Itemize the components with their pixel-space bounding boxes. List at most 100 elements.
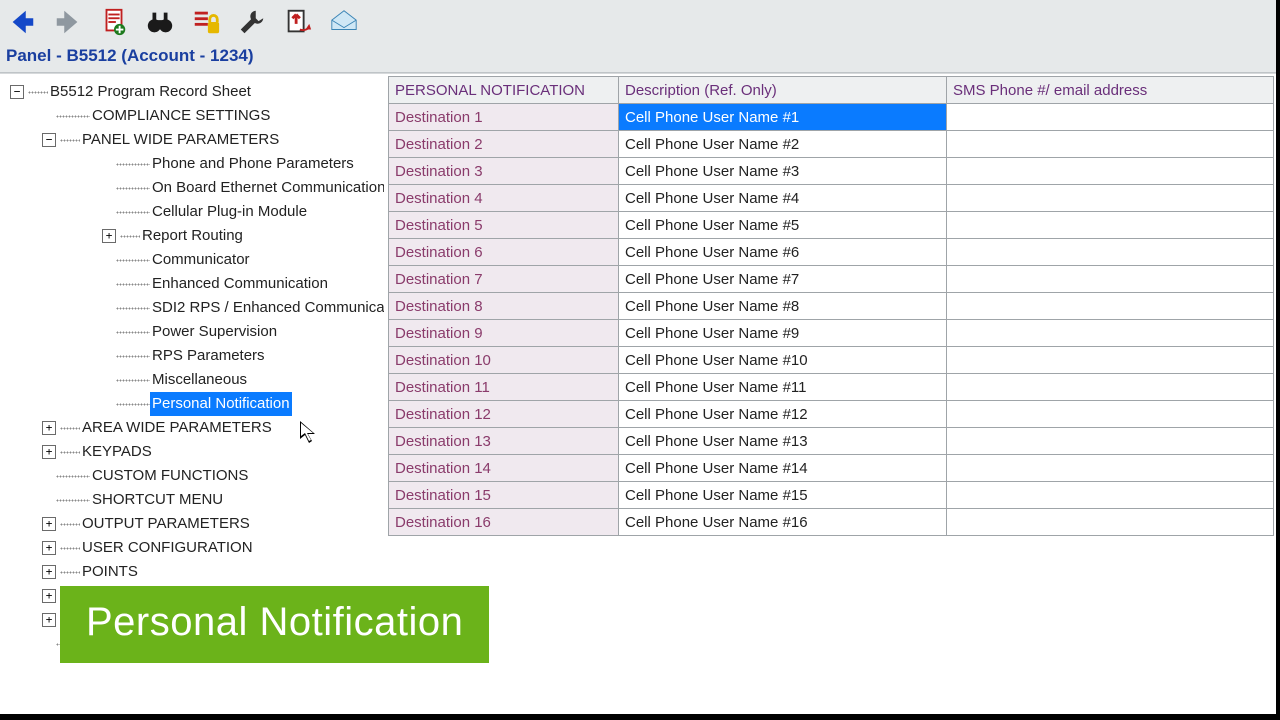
cell-destination[interactable]: Destination 9 — [389, 320, 619, 347]
cell-description[interactable]: Cell Phone User Name #3 — [619, 158, 947, 185]
table-row[interactable]: Destination 3Cell Phone User Name #3 — [389, 158, 1274, 185]
cell-sms[interactable] — [947, 509, 1274, 536]
table-row[interactable]: Destination 8Cell Phone User Name #8 — [389, 293, 1274, 320]
cell-sms[interactable] — [947, 212, 1274, 239]
table-row[interactable]: Destination 6Cell Phone User Name #6 — [389, 239, 1274, 266]
lock-list-icon[interactable] — [190, 6, 222, 38]
back-button[interactable] — [6, 6, 38, 38]
tree-item-customfn[interactable]: CUSTOM FUNCTIONS — [10, 464, 384, 488]
tree-item-rpsparams[interactable]: RPS Parameters — [42, 344, 384, 368]
cell-destination[interactable]: Destination 7 — [389, 266, 619, 293]
tree-item-power[interactable]: Power Supervision — [42, 320, 384, 344]
cell-sms[interactable] — [947, 428, 1274, 455]
cell-description[interactable]: Cell Phone User Name #16 — [619, 509, 947, 536]
tree-root-node[interactable]: −B5512 Program Record Sheet COMPLIANCE S… — [10, 80, 384, 656]
col-personal-notification[interactable]: PERSONAL NOTIFICATION — [389, 77, 619, 104]
table-row[interactable]: Destination 10Cell Phone User Name #10 — [389, 347, 1274, 374]
tree-item-sdi2rps[interactable]: SDI2 RPS / Enhanced Communication — [42, 296, 384, 320]
cell-description[interactable]: Cell Phone User Name #10 — [619, 347, 947, 374]
cell-description[interactable]: Cell Phone User Name #2 — [619, 131, 947, 158]
table-row[interactable]: Destination 4Cell Phone User Name #4 — [389, 185, 1274, 212]
table-row[interactable]: Destination 1Cell Phone User Name #1 — [389, 104, 1274, 131]
table-row[interactable]: Destination 2Cell Phone User Name #2 — [389, 131, 1274, 158]
tree-item-report-routing[interactable]: +Report Routing — [42, 224, 384, 248]
tree-item-communicator[interactable]: Communicator — [42, 248, 384, 272]
cell-description[interactable]: Cell Phone User Name #1 — [619, 104, 947, 131]
table-row[interactable]: Destination 12Cell Phone User Name #12 — [389, 401, 1274, 428]
cell-description[interactable]: Cell Phone User Name #15 — [619, 482, 947, 509]
cell-sms[interactable] — [947, 347, 1274, 374]
cell-destination[interactable]: Destination 16 — [389, 509, 619, 536]
tree-item-shortcut[interactable]: SHORTCUT MENU — [10, 488, 384, 512]
expand-icon[interactable]: + — [42, 517, 56, 531]
cell-destination[interactable]: Destination 5 — [389, 212, 619, 239]
cell-description[interactable]: Cell Phone User Name #13 — [619, 428, 947, 455]
table-row[interactable]: Destination 5Cell Phone User Name #5 — [389, 212, 1274, 239]
cell-destination[interactable]: Destination 6 — [389, 239, 619, 266]
tree-item-keypads[interactable]: +KEYPADS — [10, 440, 384, 464]
cell-destination[interactable]: Destination 12 — [389, 401, 619, 428]
tree-item-areawide[interactable]: +AREA WIDE PARAMETERS — [10, 416, 384, 440]
expand-icon[interactable]: + — [42, 589, 56, 603]
tree-item-output[interactable]: +OUTPUT PARAMETERS — [10, 512, 384, 536]
expand-icon[interactable]: + — [42, 421, 56, 435]
cell-sms[interactable] — [947, 158, 1274, 185]
cell-destination[interactable]: Destination 15 — [389, 482, 619, 509]
expand-icon[interactable]: + — [102, 229, 116, 243]
binoculars-icon[interactable] — [144, 6, 176, 38]
cell-destination[interactable]: Destination 3 — [389, 158, 619, 185]
cell-destination[interactable]: Destination 13 — [389, 428, 619, 455]
cell-destination[interactable]: Destination 8 — [389, 293, 619, 320]
cell-description[interactable]: Cell Phone User Name #11 — [619, 374, 947, 401]
cell-description[interactable]: Cell Phone User Name #6 — [619, 239, 947, 266]
collapse-icon[interactable]: − — [10, 85, 24, 99]
tree-item-compliance[interactable]: COMPLIANCE SETTINGS — [10, 104, 384, 128]
expand-icon[interactable]: + — [42, 565, 56, 579]
table-row[interactable]: Destination 13Cell Phone User Name #13 — [389, 428, 1274, 455]
cell-description[interactable]: Cell Phone User Name #8 — [619, 293, 947, 320]
wrench-icon[interactable] — [236, 6, 268, 38]
forward-button[interactable] — [52, 6, 84, 38]
cell-sms[interactable] — [947, 374, 1274, 401]
tree-item-personal-notification[interactable]: Personal Notification — [42, 392, 384, 416]
table-row[interactable]: Destination 16Cell Phone User Name #16 — [389, 509, 1274, 536]
cell-destination[interactable]: Destination 4 — [389, 185, 619, 212]
tree-item-ethernet[interactable]: On Board Ethernet Communication — [42, 176, 384, 200]
cell-description[interactable]: Cell Phone User Name #9 — [619, 320, 947, 347]
cell-description[interactable]: Cell Phone User Name #14 — [619, 455, 947, 482]
cell-destination[interactable]: Destination 14 — [389, 455, 619, 482]
cell-destination[interactable]: Destination 11 — [389, 374, 619, 401]
cell-sms[interactable] — [947, 320, 1274, 347]
cell-sms[interactable] — [947, 455, 1274, 482]
cell-sms[interactable] — [947, 239, 1274, 266]
table-row[interactable]: Destination 9Cell Phone User Name #9 — [389, 320, 1274, 347]
report-icon[interactable] — [98, 6, 130, 38]
tree-item-misc[interactable]: Miscellaneous — [42, 368, 384, 392]
tree-item-cellular[interactable]: Cellular Plug-in Module — [42, 200, 384, 224]
table-row[interactable]: Destination 7Cell Phone User Name #7 — [389, 266, 1274, 293]
cell-sms[interactable] — [947, 401, 1274, 428]
export-icon[interactable] — [282, 6, 314, 38]
cell-sms[interactable] — [947, 185, 1274, 212]
cell-sms[interactable] — [947, 482, 1274, 509]
cell-description[interactable]: Cell Phone User Name #12 — [619, 401, 947, 428]
expand-icon[interactable]: + — [42, 613, 56, 627]
expand-icon[interactable]: + — [42, 541, 56, 555]
cell-sms[interactable] — [947, 293, 1274, 320]
cell-destination[interactable]: Destination 10 — [389, 347, 619, 374]
col-description[interactable]: Description (Ref. Only) — [619, 77, 947, 104]
cell-destination[interactable]: Destination 1 — [389, 104, 619, 131]
cell-description[interactable]: Cell Phone User Name #4 — [619, 185, 947, 212]
tree-item-panelwide[interactable]: −PANEL WIDE PARAMETERS Phone and Phone P… — [10, 128, 384, 416]
tree-item-enh-comm[interactable]: Enhanced Communication — [42, 272, 384, 296]
col-sms[interactable]: SMS Phone #/ email address — [947, 77, 1274, 104]
collapse-icon[interactable]: − — [42, 133, 56, 147]
cell-destination[interactable]: Destination 2 — [389, 131, 619, 158]
tree-item-points[interactable]: +POINTS — [10, 560, 384, 584]
table-row[interactable]: Destination 15Cell Phone User Name #15 — [389, 482, 1274, 509]
tree-item-userconfig[interactable]: +USER CONFIGURATION — [10, 536, 384, 560]
cell-description[interactable]: Cell Phone User Name #5 — [619, 212, 947, 239]
expand-icon[interactable]: + — [42, 445, 56, 459]
cell-sms[interactable] — [947, 104, 1274, 131]
table-row[interactable]: Destination 11Cell Phone User Name #11 — [389, 374, 1274, 401]
